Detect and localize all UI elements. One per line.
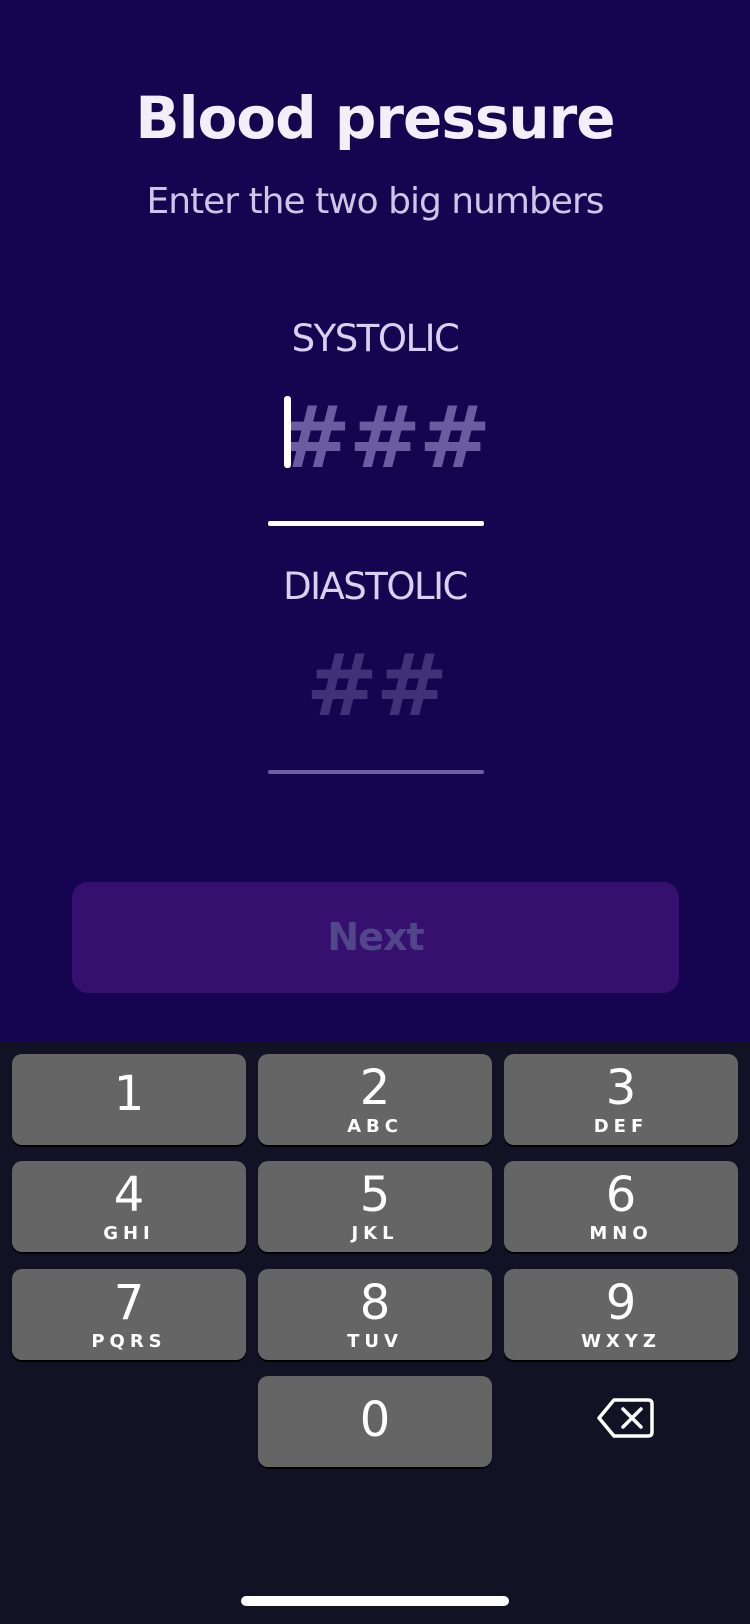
key-digit: 0	[359, 1392, 391, 1448]
backspace-icon[interactable]	[596, 1396, 654, 1440]
key-4[interactable]: 4 GHI	[12, 1161, 246, 1252]
key-letters: TUV	[347, 1331, 403, 1352]
key-digit: 9	[605, 1275, 637, 1331]
systolic-input[interactable]: ###	[268, 388, 491, 498]
systolic-underline	[268, 521, 484, 526]
key-letters: JKL	[351, 1223, 399, 1244]
key-5[interactable]: 5 JKL	[258, 1161, 492, 1252]
numeric-keypad: 1 2 ABC 3 DEF 4 GHI 5 JKL 6 MNO 7 PQRS 8…	[0, 1042, 750, 1624]
key-digit: 6	[605, 1167, 637, 1223]
backspace-icon-svg	[597, 1398, 654, 1438]
key-6[interactable]: 6 MNO	[504, 1161, 738, 1252]
key-0[interactable]: 0	[258, 1376, 492, 1467]
key-8[interactable]: 8 TUV	[258, 1269, 492, 1360]
key-digit: 7	[113, 1275, 145, 1331]
key-digit: 1	[113, 1066, 145, 1122]
key-digit: 2	[359, 1060, 391, 1116]
key-letters: GHI	[103, 1223, 155, 1244]
diastolic-label: DIASTOLIC	[283, 565, 468, 608]
key-digit: 3	[605, 1060, 637, 1116]
page-subtitle: Enter the two big numbers	[146, 181, 604, 222]
key-1[interactable]: 1	[12, 1054, 246, 1145]
key-7[interactable]: 7 PQRS	[12, 1269, 246, 1360]
next-button[interactable]: Next	[72, 882, 679, 993]
key-letters: WXYZ	[581, 1331, 661, 1352]
key-9[interactable]: 9 WXYZ	[504, 1269, 738, 1360]
form-area: Blood pressure Enter the two big numbers…	[0, 0, 750, 1042]
key-letters: DEF	[593, 1116, 649, 1137]
systolic-label: SYSTOLIC	[291, 317, 460, 360]
text-cursor	[284, 396, 291, 468]
key-digit: 5	[359, 1167, 391, 1223]
key-3[interactable]: 3 DEF	[504, 1054, 738, 1145]
diastolic-placeholder: ##	[305, 636, 448, 736]
key-2[interactable]: 2 ABC	[258, 1054, 492, 1145]
diastolic-input[interactable]: ##	[268, 636, 484, 746]
blood-pressure-screen: Blood pressure Enter the two big numbers…	[0, 0, 750, 1624]
page-title: Blood pressure	[135, 84, 615, 152]
key-digit: 8	[359, 1275, 391, 1331]
key-digit: 4	[113, 1167, 145, 1223]
key-letters: ABC	[347, 1116, 403, 1137]
diastolic-underline	[268, 770, 484, 774]
home-indicator[interactable]	[241, 1596, 509, 1606]
key-letters: MNO	[589, 1223, 653, 1244]
key-letters: PQRS	[91, 1331, 167, 1352]
systolic-placeholder: ###	[278, 388, 491, 488]
